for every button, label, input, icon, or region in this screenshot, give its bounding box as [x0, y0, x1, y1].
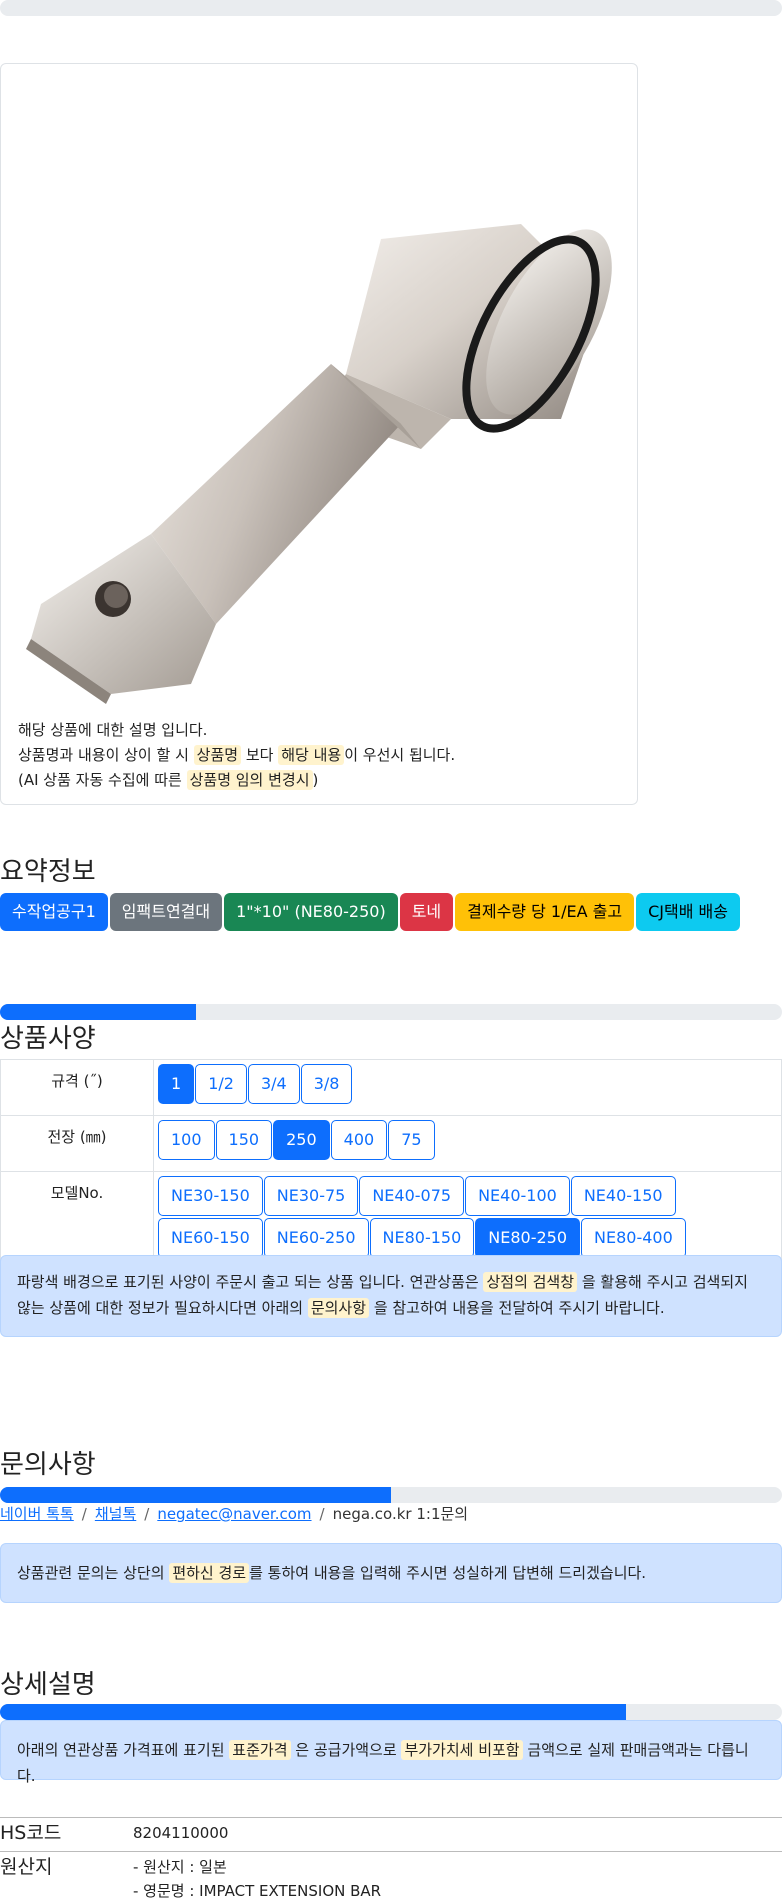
- highlight-vat: 부가가치세 비포함: [401, 1740, 523, 1760]
- size-options: 1 1/2 3/4 3/8: [158, 1063, 778, 1105]
- badge-subcategory: 임팩트연결대: [109, 893, 223, 931]
- desc-text: 상품명과 내용이 상이 할 시: [18, 746, 189, 764]
- detail-notice: 아래의 연관상품 가격표에 표기된 표준가격 은 공급가액으로 부가가치세 비포…: [0, 1720, 782, 1785]
- spec-row-length: 전장 (㎜) 100 150 250 400 75: [0, 1115, 782, 1172]
- product-description: 해당 상품에 대한 설명 입니다. 상품명과 내용이 상이 할 시 상품명 보다…: [18, 718, 455, 793]
- spec-option-button[interactable]: NE30-150: [158, 1176, 263, 1216]
- link-naver-talktalk[interactable]: 네이버 톡톡: [0, 1505, 74, 1523]
- origin-english-name: - 영문명 : IMPACT EXTENSION BAR: [133, 1882, 382, 1900]
- badge-spec: 1"*10" (NE80-250): [224, 893, 398, 931]
- separator: /: [319, 1505, 325, 1523]
- desc-text: 보다: [245, 746, 274, 764]
- desc-text: (AI 상품 자동 수집에 따른: [18, 771, 182, 789]
- spec-label: 모델No.: [0, 1171, 154, 1263]
- product-image: [26, 224, 612, 704]
- inquiry-progress-fill: [0, 1487, 391, 1503]
- spec-option-button[interactable]: NE80-400: [581, 1218, 686, 1258]
- length-options: 100 150 250 400 75: [158, 1119, 778, 1161]
- spec-row-size: 규격 (˝) 1 1/2 3/4 3/8: [0, 1059, 782, 1116]
- separator: /: [144, 1505, 150, 1523]
- highlight-content: 해당 내용: [278, 745, 345, 765]
- spec-options: 1 1/2 3/4 3/8: [153, 1059, 782, 1116]
- spec-option-button[interactable]: NE80-150: [369, 1218, 475, 1258]
- site-inquiry-text: nega.co.kr 1:1문의: [332, 1505, 469, 1523]
- inquiry-title: 문의사항: [0, 1450, 96, 1480]
- detail-progress-fill: [0, 1704, 626, 1720]
- highlight-product-name: 상품명: [193, 745, 242, 765]
- product-card: 해당 상품에 대한 설명 입니다. 상품명과 내용이 상이 할 시 상품명 보다…: [0, 63, 638, 805]
- spec-option-button[interactable]: 3/4: [247, 1064, 300, 1104]
- separator: /: [81, 1505, 87, 1523]
- inquiry-progress: [0, 1487, 782, 1503]
- spec-option-button[interactable]: 400: [330, 1120, 388, 1160]
- highlight-route: 편하신 경로: [169, 1563, 250, 1583]
- notice-text: 파랑색 배경으로 표기된 사양이 주문시 출고 되는 상품 입니다. 연관상품은: [17, 1273, 479, 1291]
- desc-text: ): [312, 771, 319, 789]
- desc-line-3: (AI 상품 자동 수집에 따른 상품명 임의 변경시): [18, 768, 455, 793]
- spec-option-button[interactable]: NE40-075: [359, 1176, 465, 1216]
- spec-option-button[interactable]: 75: [388, 1120, 435, 1160]
- origin-country: - 원산지 : 일본: [133, 1858, 227, 1876]
- detail-progress: [0, 1704, 782, 1720]
- highlight-name-change: 상품명 임의 변경시: [186, 770, 313, 790]
- highlight-inquiry: 문의사항: [307, 1298, 370, 1318]
- origin-label: 원산지: [0, 1856, 53, 1878]
- spec-option-button[interactable]: 1: [158, 1064, 195, 1104]
- spec-label: 규격 (˝): [0, 1059, 154, 1116]
- spec-option-button[interactable]: NE40-150: [570, 1176, 676, 1216]
- spec-row-model: 모델No. NE30-150 NE30-75 NE40-075 NE40-100 NE4…: [0, 1171, 782, 1263]
- desc-line-1: 해당 상품에 대한 설명 입니다.: [18, 721, 208, 739]
- desc-line-2: 상품명과 내용이 상이 할 시 상품명 보다 해당 내용 이 우선시 됩니다.: [18, 743, 455, 768]
- hs-code-value: 8204110000: [133, 1824, 229, 1842]
- notice-text: 을 참고하여 내용을 전달하여 주시기 바랍니다.: [373, 1299, 665, 1317]
- spec-options: 100 150 250 400 75: [153, 1115, 782, 1172]
- top-progress-bar: [0, 0, 782, 16]
- notice-text: 를 통하여 내용을 입력해 주시면 성실하게 답변해 드리겠습니다.: [249, 1564, 647, 1582]
- spec-label: 전장 (㎜): [0, 1115, 154, 1172]
- summary-badges: 수작업공구1 임팩트연결대 1"*10" (NE80-250) 토네 결제수량 …: [0, 893, 740, 931]
- spec-option-button[interactable]: 250: [273, 1120, 330, 1160]
- hs-code-row: HS코드 8204110000: [0, 1817, 782, 1852]
- spec-options: NE30-150 NE30-75 NE40-075 NE40-100 NE40-150 N…: [153, 1171, 782, 1263]
- inquiry-links: 네이버 톡톡 / 채널톡 / negatec@naver.com / nega.co.kr …: [0, 1503, 468, 1524]
- spec-option-button[interactable]: NE40-100: [465, 1176, 570, 1216]
- desc-text: 이 우선시 됩니다.: [344, 746, 456, 764]
- spec-option-button[interactable]: NE80-250: [475, 1218, 580, 1258]
- detail-title: 상세설명: [0, 1670, 96, 1700]
- inquiry-notice: 상품관련 문의는 상단의 편하신 경로 를 통하여 내용을 입력해 주시면 성실하…: [0, 1543, 782, 1603]
- model-options: NE30-150 NE30-75 NE40-075 NE40-100 NE40-150 N…: [158, 1175, 778, 1259]
- badge-quantity: 결제수량 당 1/EA 출고: [455, 893, 635, 931]
- spec-option-button[interactable]: 150: [215, 1120, 273, 1160]
- summary-title: 요약정보: [0, 857, 96, 887]
- highlight-search: 상점의 검색창: [483, 1272, 578, 1292]
- notice-text: 상품관련 문의는 상단의: [17, 1564, 165, 1582]
- highlight-standard-price: 표준가격: [229, 1740, 291, 1760]
- specs-notice: 파랑색 배경으로 표기된 사양이 주문시 출고 되는 상품 입니다. 연관상품은…: [0, 1255, 782, 1337]
- spec-option-button[interactable]: 3/8: [300, 1064, 353, 1104]
- link-email[interactable]: negatec@naver.com: [157, 1505, 311, 1523]
- badge-category: 수작업공구1: [0, 893, 108, 931]
- spec-option-button[interactable]: 100: [158, 1120, 215, 1160]
- link-channeltalk[interactable]: 채널톡: [95, 1505, 136, 1523]
- origin-row: 원산지 - 원산지 : 일본 - 영문명 : IMPACT EXTENSION …: [0, 1851, 782, 1902]
- specs-title: 상품사양: [0, 1024, 96, 1054]
- spec-option-button[interactable]: NE60-150: [158, 1218, 263, 1258]
- badge-shipping: CJ택배 배송: [636, 893, 740, 931]
- origin-value: - 원산지 : 일본 - 영문명 : IMPACT EXTENSION BAR: [133, 1855, 381, 1903]
- spec-option-button[interactable]: 1/2: [195, 1064, 247, 1104]
- spec-table: 규격 (˝) 1 1/2 3/4 3/8 전장 (㎜) 100 150 250 400 75 …: [0, 1059, 782, 1263]
- hs-code-label: HS코드: [0, 1822, 62, 1844]
- notice-text: 아래의 연관상품 가격표에 표기된: [17, 1741, 225, 1759]
- specs-progress: [0, 1004, 782, 1020]
- notice-text: 은 공급가액으로: [295, 1741, 397, 1759]
- spec-option-button[interactable]: NE30-75: [263, 1176, 359, 1216]
- spec-option-button[interactable]: NE60-250: [263, 1218, 369, 1258]
- badge-brand: 토네: [399, 893, 454, 931]
